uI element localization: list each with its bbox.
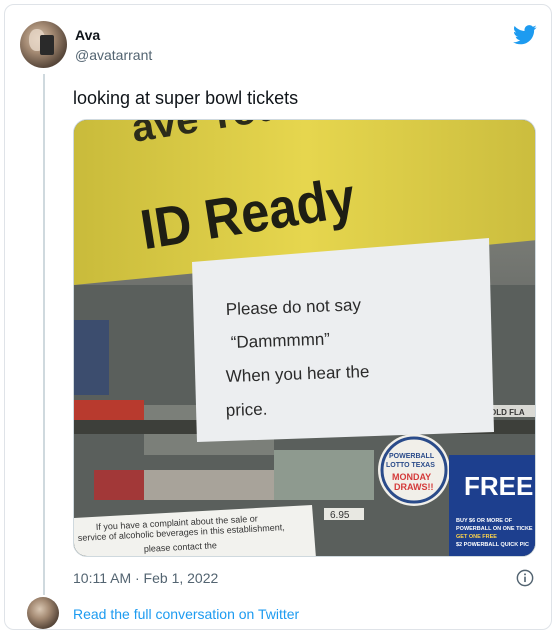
author-handle[interactable]: @avatarrant xyxy=(75,47,152,63)
svg-text:MONDAY: MONDAY xyxy=(392,472,431,482)
svg-text:price.: price. xyxy=(225,400,267,420)
footer-avatar[interactable] xyxy=(27,597,59,629)
powerball-badge: POWERBALL LOTTO TEXAS MONDAY DRAWS!! xyxy=(378,434,450,506)
svg-text:DRAWS!!: DRAWS!! xyxy=(394,482,434,492)
svg-text:GET ONE FREE: GET ONE FREE xyxy=(456,534,497,540)
info-icon[interactable] xyxy=(516,569,534,587)
twitter-bird-icon[interactable] xyxy=(513,25,537,45)
tweet-timestamp[interactable]: 10:11 AM · Feb 1, 2022 xyxy=(73,570,218,586)
author-display-name[interactable]: Ava xyxy=(75,27,100,43)
store-window-photo: ave You ID Ready OLD FLA Please do not s… xyxy=(74,120,535,556)
old-sign-text: OLD FLA xyxy=(490,408,525,417)
svg-text:POWERBALL ON ONE TICKE: POWERBALL ON ONE TICKE xyxy=(456,526,533,532)
read-full-conversation-link[interactable]: Read the full conversation on Twitter xyxy=(73,606,299,622)
svg-text:LOTTO TEXAS: LOTTO TEXAS xyxy=(386,462,435,469)
svg-text:“Dammmmn”: “Dammmmn” xyxy=(230,330,330,352)
free-promo-sign: FREE BUY $6 OR MORE OF POWERBALL ON ONE … xyxy=(449,455,535,556)
svg-text:FREE: FREE xyxy=(464,471,533,501)
svg-text:BUY $6 OR MORE OF: BUY $6 OR MORE OF xyxy=(456,518,513,524)
tweet-card: Ava @avatarrant looking at super bowl ti… xyxy=(4,4,552,630)
thread-line xyxy=(43,74,45,595)
tweet-photo[interactable]: ave You ID Ready OLD FLA Please do not s… xyxy=(73,119,536,557)
svg-text:POWERBALL: POWERBALL xyxy=(389,453,435,460)
svg-text:$2 POWERBALL QUICK PIC: $2 POWERBALL QUICK PIC xyxy=(456,542,529,548)
author-avatar[interactable] xyxy=(20,21,67,68)
please-do-not-say-note: Please do not say “Dammmmn” When you hea… xyxy=(192,238,494,442)
price-tag: 6.95 xyxy=(330,510,350,521)
left-poster xyxy=(74,320,109,395)
tweet-text: looking at super bowl tickets xyxy=(73,88,299,108)
